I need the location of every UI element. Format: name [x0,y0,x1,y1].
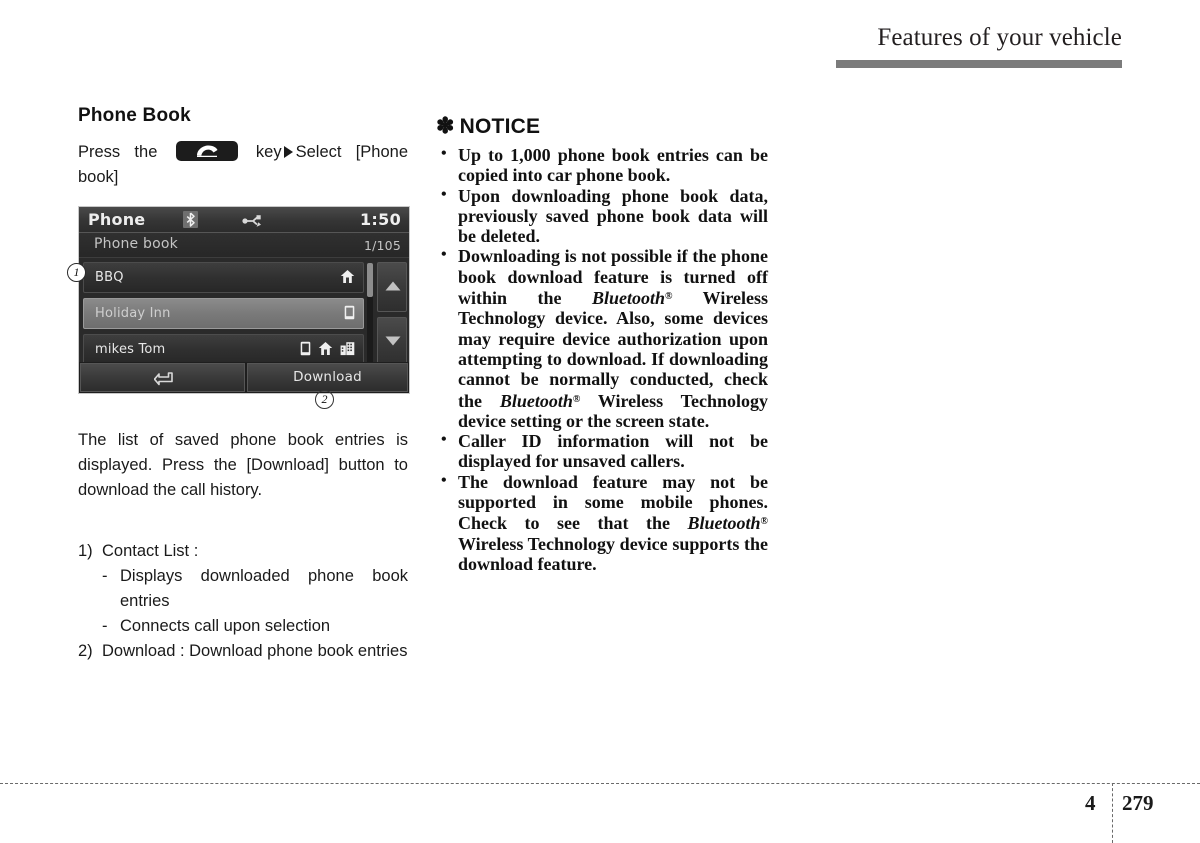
bullet-icon: • [441,246,447,264]
notice-item-text: Up to 1,000 phone book entries can be co… [458,145,768,186]
contact-name: BBQ [95,270,124,285]
contact-list-item[interactable]: Holiday Inn [83,298,364,329]
legend-item-2: 2) Download : Download phone book entrie… [78,639,408,664]
download-button[interactable]: Download [247,363,408,392]
device-sub-bar: Phone book 1/105 [79,233,409,258]
contact-list-item[interactable]: mikes Tom [83,334,364,365]
callout-marker-1: 1 [67,263,86,282]
legend-sub-text: Displays downloaded phone book entries [120,567,408,610]
device-title-bar: Phone 1:50 [79,207,409,233]
contact-name: mikes Tom [95,342,166,357]
usb-icon [242,213,262,227]
bluetooth-wordmark: Bluetooth [687,513,761,534]
bullet-icon: • [441,471,447,489]
contact-type-icons [340,269,355,288]
scrollbar-track[interactable] [367,263,373,368]
registered-mark: ® [760,516,768,528]
page-title: Features of your vehicle [877,24,1122,51]
device-subtitle: Phone book [94,236,178,252]
scroll-up-button[interactable] [377,262,407,312]
notice-item-text: Upon downloading phone book data, previo… [458,185,768,247]
description-paragraph: The list of saved phone book entries is … [78,431,408,499]
arrow-separator-icon [283,146,293,158]
section-title: Phone Book [78,105,191,126]
notice-item: • Caller ID information will not be disp… [436,431,768,472]
notice-item: • Downloading is not possible if the pho… [436,246,768,431]
contact-type-icons [344,305,355,324]
device-bottom-bar: Download [79,362,409,393]
office-icon [340,341,355,360]
legend-number: 1) [78,542,93,560]
header-rule [836,60,1122,68]
registered-mark: ® [665,291,673,303]
contact-list-item[interactable]: BBQ [83,262,364,293]
instruction-key-label: key [255,143,282,161]
bullet-icon: • [441,431,447,449]
notice-item-text-b: Wireless Technology device supports the … [458,533,768,574]
legend-sub-item: - Connects call upon selection [78,614,408,639]
home-icon [340,269,355,288]
legend-list: 1) Contact List : - Displays downloaded … [78,539,408,664]
legend-dash: - [102,567,108,585]
legend-text: Download : Download phone book entries [102,642,408,660]
back-button[interactable] [80,363,245,392]
notice-item: • The download feature may not be suppor… [436,472,768,574]
left-column: Phone Book Press the key Select [Phone bo… [67,105,410,664]
contact-list[interactable]: BBQ Holiday Inn mikes Tom [83,262,364,370]
legend-item-1: 1) Contact List : [78,539,408,564]
device-title: Phone [88,210,146,229]
legend-number: 2) [78,642,93,660]
mobile-icon [344,305,355,324]
notice-heading: ✽ NOTICE [436,113,768,139]
scroll-down-button[interactable] [377,317,407,367]
legend-sub-item: - Displays downloaded phone book entries [78,564,408,614]
page-header: Features of your vehicle [0,24,1200,68]
callout-marker-2: 2 [315,390,334,409]
phone-screen: Phone 1:50 Phone book 1/105 BBQ Holiday … [78,206,410,394]
instruction-prefix: Press the [78,143,158,161]
footer-chapter-number: 4 [1085,791,1096,815]
right-column: ✽ NOTICE • Up to 1,000 phone book entries… [436,113,768,574]
bluetooth-icon [183,211,198,228]
bluetooth-wordmark: Bluetooth [591,288,666,309]
asterisk-icon: ✽ [436,113,455,138]
scrollbar-thumb[interactable] [367,263,373,297]
notice-item: • Upon downloading phone book data, prev… [436,186,768,247]
notice-item-text: Caller ID information will not be displa… [458,431,768,472]
mobile-icon [300,341,311,360]
home-icon [318,341,333,360]
legend-text: Contact List : [102,542,199,560]
phone-key-icon [175,141,238,161]
footer-divider-horizontal [0,783,1200,784]
bullet-icon: • [441,185,447,203]
contact-type-icons [300,341,355,360]
legend-dash: - [102,617,108,635]
footer-page-number: 279 [1122,791,1154,815]
notice-heading-label: NOTICE [459,115,541,138]
legend-sub-text: Connects call upon selection [120,617,331,635]
device-entry-count: 1/105 [363,238,401,253]
device-screenshot: Phone 1:50 Phone book 1/105 BBQ Holiday … [67,206,410,409]
bluetooth-wordmark: Bluetooth [499,390,573,411]
device-clock: 1:50 [360,210,401,229]
footer-divider-vertical [1112,783,1113,843]
instruction-line: Press the key Select [Phone book] [78,140,408,190]
contact-name: Holiday Inn [95,306,171,321]
notice-item: • Up to 1,000 phone book entries can be … [436,145,768,186]
bullet-icon: • [441,145,447,162]
